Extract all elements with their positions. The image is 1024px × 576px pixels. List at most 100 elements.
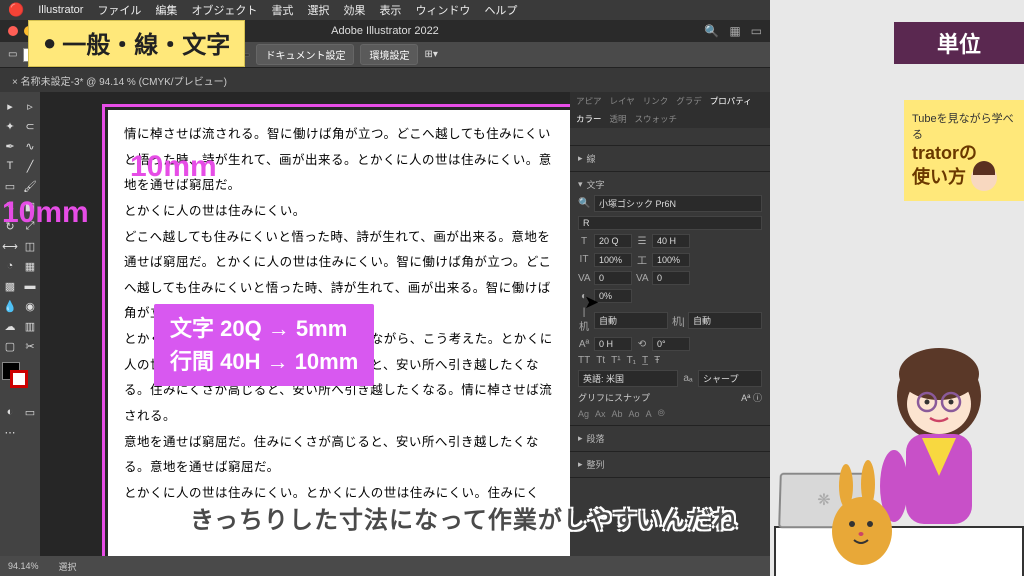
stroke-panel-title[interactable]: ▸線 — [578, 150, 762, 167]
right-unit-label: 単位 — [894, 22, 1024, 64]
eyedropper-tool[interactable]: 💧 — [0, 296, 20, 316]
menu-type[interactable]: 書式 — [271, 2, 293, 18]
curvature-tool[interactable]: ∿ — [20, 136, 40, 156]
tsume-input[interactable] — [594, 289, 632, 303]
graph-tool[interactable]: ▥ — [20, 316, 40, 336]
blend-tool[interactable]: ◉ — [20, 296, 40, 316]
allcaps-icon[interactable]: TT — [578, 355, 590, 366]
baseline-input[interactable] — [594, 337, 632, 351]
book-face-icon — [971, 165, 997, 191]
character-panel-title[interactable]: ▾文字 — [578, 176, 762, 193]
glyph-snap-6[interactable]: ⦾ — [658, 408, 665, 419]
search-icon[interactable]: 🔍 — [704, 24, 719, 38]
glyph-snap-2[interactable]: Ax — [595, 409, 606, 419]
font-size-input[interactable] — [594, 234, 632, 248]
aki-left-select[interactable]: 自動 — [594, 312, 668, 329]
document-setup-button[interactable]: ドキュメント設定 — [256, 44, 354, 65]
paragraph-panel-title[interactable]: ▸段落 — [578, 430, 762, 447]
tab-gradient[interactable]: グラデ — [676, 95, 702, 107]
book-title-1: tratorの — [912, 142, 1016, 165]
tab-layers[interactable]: レイヤ — [610, 95, 635, 107]
aki-icon2: 机| — [672, 313, 684, 328]
brush-tool[interactable]: 🖌 — [20, 176, 40, 196]
perspective-tool[interactable]: ▦ — [20, 256, 40, 276]
menu-edit[interactable]: 編集 — [155, 2, 177, 18]
edit-toolbar[interactable]: ⋯ — [0, 422, 20, 442]
smallcaps-icon[interactable]: Tt — [596, 355, 605, 366]
menu-file[interactable]: ファイル — [97, 2, 141, 18]
status-selection: 選択 — [59, 560, 77, 573]
tab-color[interactable]: カラー — [576, 113, 602, 125]
selection-tool[interactable]: ▸ — [0, 96, 20, 116]
aki-right-select[interactable]: 自動 — [688, 312, 762, 329]
menu-select[interactable]: 選択 — [307, 2, 329, 18]
toolbar: ▸▹ ✦⊂ ✒∿ T╱ ▭🖌 ✎◧ ↻⤢ ⟷◫ ◔▦ ▩▬ 💧◉ ☁▥ ▢✂ ◐… — [0, 92, 40, 576]
tab-transparency[interactable]: 透明 — [610, 113, 627, 125]
menu-window[interactable]: ウィンドウ — [415, 2, 470, 18]
glyph-snap-3[interactable]: Ab — [612, 409, 623, 419]
leading-icon: ☰ — [636, 236, 648, 247]
underline-icon[interactable]: T̲ — [642, 355, 648, 366]
align-icon[interactable]: ⊞▾ — [424, 49, 437, 60]
subscript-icon[interactable]: T₁ — [627, 355, 636, 366]
glyph-snap-4[interactable]: Ao — [629, 409, 640, 419]
pen-tool[interactable]: ✒ — [0, 136, 20, 156]
shape-builder-tool[interactable]: ◔ — [0, 256, 20, 276]
wand-tool[interactable]: ✦ — [0, 116, 20, 136]
slice-tool[interactable]: ✂ — [20, 336, 40, 356]
menu-view[interactable]: 表示 — [379, 2, 401, 18]
screen-mode[interactable]: ▭ — [20, 402, 40, 422]
type-tool[interactable]: T — [0, 156, 20, 176]
apple-icon[interactable]: 🔴 — [8, 2, 24, 18]
font-weight-select[interactable]: R — [578, 216, 762, 230]
rectangle-tool[interactable]: ▭ — [0, 176, 20, 196]
draw-mode[interactable]: ◐ — [0, 402, 20, 422]
glyph-snap-1[interactable]: Ag — [578, 409, 589, 419]
overlay-margin-top-label: 10mm — [130, 150, 217, 184]
align-panel-title[interactable]: ▸整列 — [578, 456, 762, 473]
glyph-snap-5[interactable]: A — [646, 409, 652, 419]
tab-swatches[interactable]: スウォッチ — [635, 113, 678, 125]
lasso-tool[interactable]: ⊂ — [20, 116, 40, 136]
vscale-input[interactable] — [594, 253, 632, 267]
tab-links[interactable]: リンク — [643, 95, 669, 107]
antialias-select[interactable]: シャープ — [698, 370, 762, 387]
artboard-tool[interactable]: ▢ — [0, 336, 20, 356]
symbol-tool[interactable]: ☁ — [0, 316, 20, 336]
menu-effect[interactable]: 効果 — [343, 2, 365, 18]
color-swatches[interactable] — [0, 360, 40, 390]
leading-input[interactable] — [652, 234, 690, 248]
superscript-icon[interactable]: T¹ — [611, 355, 620, 366]
overlay-conversion-line1: 文字 20Q → 5mm — [170, 312, 358, 345]
menu-help[interactable]: ヘルプ — [484, 2, 517, 18]
document-tab[interactable]: × 名称未設定-3* @ 94.14 % (CMYK/プレビュー) — [0, 68, 770, 92]
tab-properties[interactable]: プロパティ — [710, 95, 752, 107]
language-select[interactable]: 英語: 米国 — [578, 370, 678, 387]
line-tool[interactable]: ╱ — [20, 156, 40, 176]
snap-options-icon[interactable]: Aª ⓘ — [741, 391, 762, 404]
stroke-color[interactable] — [10, 370, 28, 388]
menu-object[interactable]: オブジェクト — [191, 2, 257, 18]
mesh-tool[interactable]: ▩ — [0, 276, 20, 296]
tracking-input[interactable] — [652, 271, 690, 285]
arrange-icon[interactable]: ▦ — [729, 24, 740, 38]
strikethrough-icon[interactable]: Ŧ — [654, 355, 660, 366]
font-family-select[interactable]: 小塚ゴシック Pr6N — [594, 195, 762, 212]
rotation-input[interactable] — [652, 337, 690, 351]
tab-appearance[interactable]: アピア — [576, 95, 602, 107]
gradient-tool[interactable]: ▬ — [20, 276, 40, 296]
preferences-button[interactable]: 環境設定 — [360, 44, 418, 65]
character-illustration — [824, 326, 1004, 576]
search-font-icon[interactable]: 🔍 — [578, 198, 590, 209]
zoom-level[interactable]: 94.14% — [8, 561, 39, 571]
kerning-input[interactable] — [594, 271, 632, 285]
workspace-icon[interactable]: ▭ — [751, 24, 762, 38]
overlay-margin-left-label: 10mm — [2, 196, 89, 230]
menu-illustrator[interactable]: Illustrator — [38, 4, 83, 16]
width-tool[interactable]: ⟷ — [0, 236, 20, 256]
hscale-input[interactable] — [652, 253, 690, 267]
free-transform-tool[interactable]: ◫ — [20, 236, 40, 256]
snap-glyph-label: グリフにスナップ — [578, 391, 650, 404]
close-icon[interactable] — [8, 26, 18, 36]
direct-selection-tool[interactable]: ▹ — [20, 96, 40, 116]
